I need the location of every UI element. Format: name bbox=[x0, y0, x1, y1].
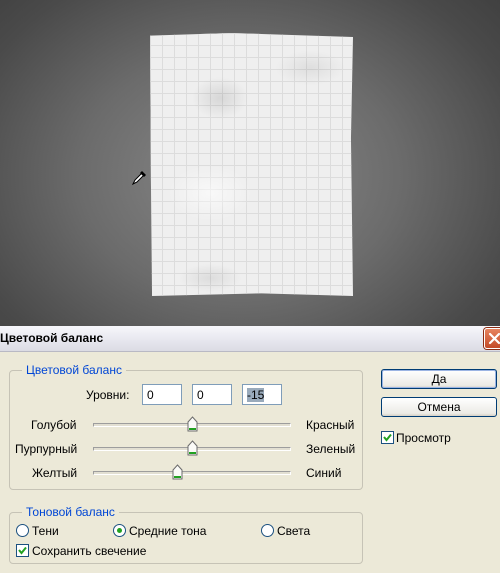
magenta-green-thumb[interactable] bbox=[187, 440, 198, 456]
level-magenta-green-input[interactable]: 0 bbox=[192, 384, 232, 405]
midtones-label[interactable]: Средние тона bbox=[129, 524, 206, 538]
levels-label: Уровни: bbox=[86, 388, 130, 402]
shadows-label[interactable]: Тени bbox=[32, 524, 59, 538]
close-button[interactable] bbox=[484, 328, 500, 349]
red-label: Красный bbox=[306, 418, 355, 432]
yellow-label: Желтый bbox=[32, 466, 78, 480]
dialog-title: Цветовой баланс bbox=[0, 331, 104, 345]
highlights-label[interactable]: Света bbox=[277, 524, 310, 538]
magenta-label: Пурпурный bbox=[15, 442, 78, 456]
cyan-label: Голубой bbox=[31, 418, 77, 432]
midtones-radio[interactable] bbox=[113, 524, 126, 537]
green-label: Зеленый bbox=[306, 442, 356, 456]
blue-label: Синий bbox=[306, 466, 342, 480]
shadows-radio[interactable] bbox=[16, 524, 29, 537]
level-cyan-red-input[interactable]: 0 bbox=[142, 384, 182, 405]
ok-button[interactable]: Да bbox=[381, 369, 497, 389]
title-bar: Цветовой баланс bbox=[0, 326, 500, 352]
preserve-luminosity-label[interactable]: Сохранить свечение bbox=[32, 544, 146, 558]
image-canvas bbox=[0, 0, 500, 326]
close-icon bbox=[488, 332, 500, 345]
preview-checkbox[interactable] bbox=[381, 431, 394, 444]
preview-label[interactable]: Просмотр bbox=[396, 431, 451, 445]
cyan-red-thumb[interactable] bbox=[187, 416, 198, 432]
yellow-blue-slider[interactable] bbox=[93, 471, 291, 475]
highlights-radio[interactable] bbox=[261, 524, 274, 537]
checkmark-icon bbox=[18, 546, 27, 555]
level-yellow-blue-input[interactable]: -15 bbox=[242, 384, 282, 405]
color-balance-dialog: Цветовой баланс Цветовой баланс Уровни: … bbox=[0, 326, 500, 573]
cancel-button[interactable]: Отмена bbox=[381, 397, 497, 417]
eyedropper-cursor-icon bbox=[131, 171, 146, 186]
yellow-blue-thumb[interactable] bbox=[172, 464, 183, 480]
preserve-luminosity-checkbox[interactable] bbox=[16, 544, 29, 557]
tone-balance-legend: Тоновой баланс bbox=[22, 505, 119, 519]
color-balance-legend: Цветовой баланс bbox=[22, 363, 126, 377]
paper-image bbox=[150, 33, 353, 296]
checkmark-icon bbox=[383, 433, 392, 442]
